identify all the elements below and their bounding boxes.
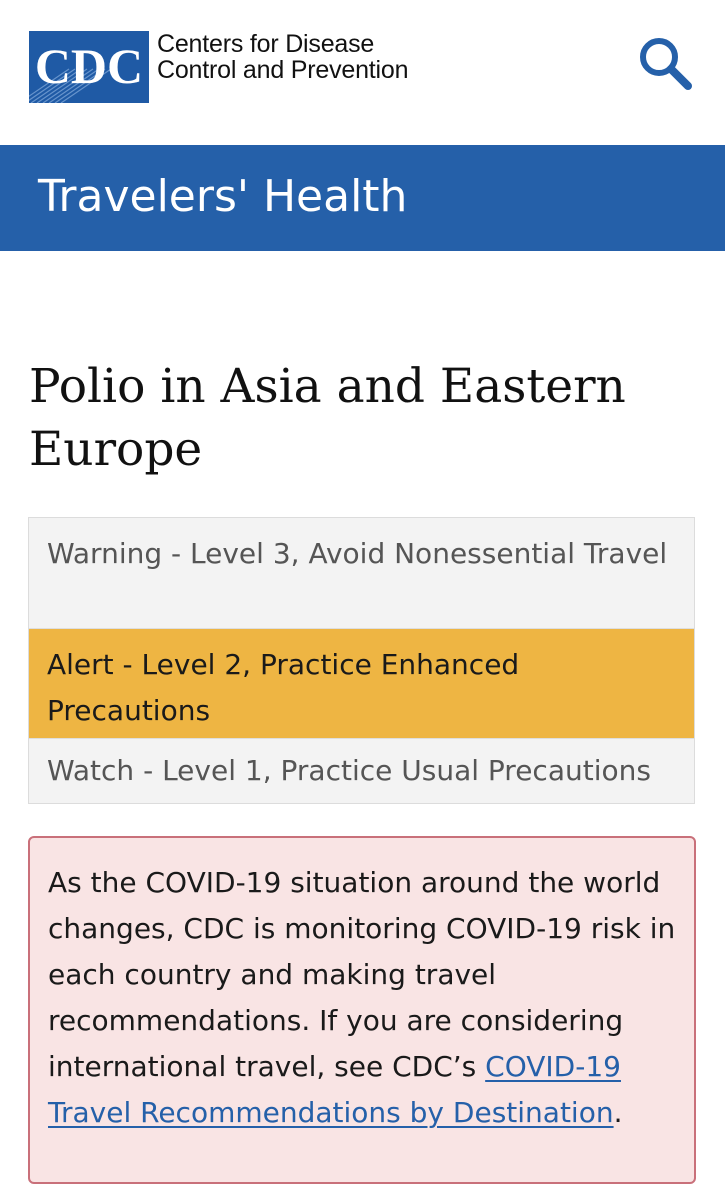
org-name-line-2: Control and Prevention bbox=[157, 56, 409, 84]
search-icon bbox=[640, 38, 692, 90]
site-header: CDC Centers for Disease Control and Prev… bbox=[0, 0, 725, 145]
cdc-logo-text: CDC bbox=[35, 38, 143, 94]
level-3-warning: Warning - Level 3, Avoid Nonessential Tr… bbox=[29, 518, 694, 629]
page-title: Polio in Asia and Eastern Europe bbox=[29, 359, 626, 477]
org-name-line-1: Centers for Disease bbox=[157, 30, 375, 58]
cdc-logo[interactable]: CDC bbox=[29, 31, 149, 103]
covid-notice: As the COVID-19 situation around the wor… bbox=[28, 836, 696, 1184]
section-banner: Travelers' Health bbox=[0, 145, 725, 251]
cdc-logo-graphic: CDC bbox=[29, 31, 149, 103]
section-title[interactable]: Travelers' Health bbox=[38, 171, 407, 223]
search-button[interactable] bbox=[636, 34, 696, 92]
level-1-watch: Watch - Level 1, Practice Usual Precauti… bbox=[29, 739, 694, 803]
travel-levels: Warning - Level 3, Avoid Nonessential Tr… bbox=[28, 517, 695, 804]
org-name: Centers for Disease Control and Preventi… bbox=[157, 30, 409, 84]
level-2-alert: Alert - Level 2, Practice Enhanced Preca… bbox=[29, 629, 694, 739]
notice-text-end: . bbox=[613, 1096, 623, 1129]
